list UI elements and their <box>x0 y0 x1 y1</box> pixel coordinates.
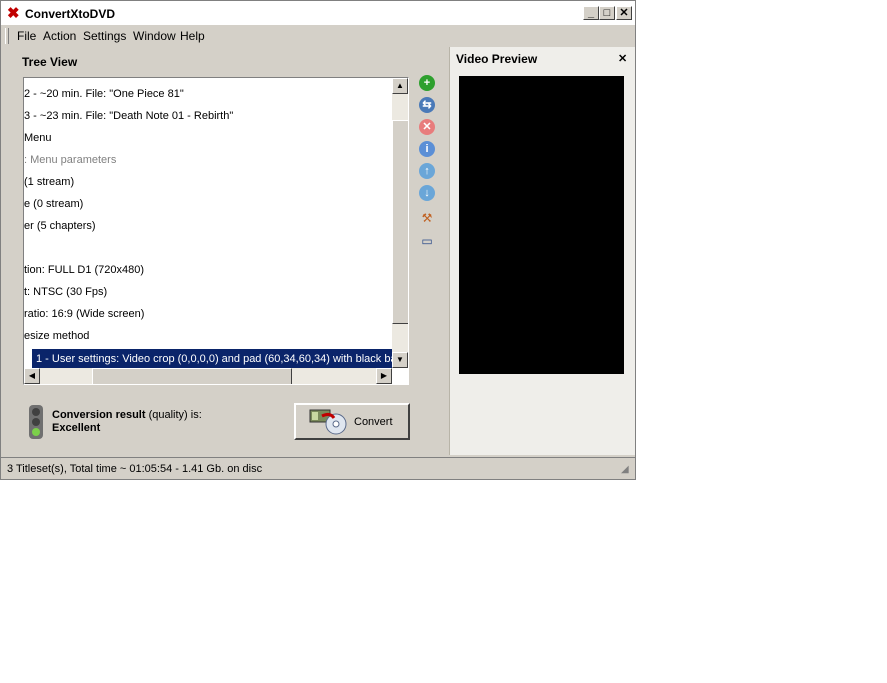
tree-row[interactable]: : Menu parameters <box>24 154 116 166</box>
tree-row[interactable]: (1 stream) <box>24 176 74 188</box>
tree-row[interactable]: 2 - ~20 min. File: "One Piece 81" <box>24 88 184 100</box>
preview-close-icon[interactable]: ✕ <box>618 52 627 65</box>
status-text: 3 Titleset(s), Total time ~ 01:05:54 - 1… <box>7 463 263 475</box>
scroll-right-icon[interactable]: ▶ <box>376 368 392 384</box>
vertical-scroll-thumb[interactable] <box>392 120 408 324</box>
traffic-light-yellow <box>32 418 40 426</box>
close-button[interactable]: ✕ <box>616 6 632 20</box>
vertical-scrollbar[interactable]: ▲ ▼ <box>392 78 408 368</box>
window-title: ConvertXtoDVD <box>25 7 116 21</box>
conversion-result: Conversion result (quality) is: Excellen… <box>52 409 202 435</box>
scroll-down-icon[interactable]: ▼ <box>392 352 408 368</box>
tree-view-title: Tree View <box>22 55 78 69</box>
minimize-button[interactable]: _ <box>583 6 599 20</box>
convert-disc-icon <box>309 409 347 435</box>
add-icon[interactable]: + <box>419 75 435 91</box>
tree-row[interactable]: er (5 chapters) <box>24 220 96 232</box>
convert-button[interactable]: Convert <box>294 403 410 440</box>
menu-file[interactable]: File <box>17 29 36 43</box>
video-preview-screen <box>459 76 624 374</box>
scroll-left-icon[interactable]: ◀ <box>24 368 40 384</box>
title-bar[interactable]: ✖ ConvertXtoDVD _ □ ✕ <box>1 1 635 25</box>
conversion-result-value: Excellent <box>52 422 101 434</box>
tools-icon[interactable]: ⚒ <box>419 211 435 225</box>
horizontal-scrollbar[interactable]: ◀ ▶ <box>24 368 392 384</box>
status-bar: 3 Titleset(s), Total time ~ 01:05:54 - 1… <box>1 457 635 479</box>
resize-grip-icon[interactable]: ◢ <box>621 464 629 475</box>
tree-row[interactable]: tion: FULL D1 (720x480) <box>24 264 144 276</box>
menu-grip <box>5 28 9 44</box>
traffic-light-green <box>32 428 40 436</box>
traffic-light-icon <box>29 405 43 439</box>
video-preview-title: Video Preview <box>456 52 538 66</box>
scroll-up-icon[interactable]: ▲ <box>392 78 408 94</box>
tree-view[interactable]: 2 - ~20 min. File: "One Piece 81" 3 - ~23… <box>23 77 409 385</box>
info-icon[interactable]: i <box>419 141 435 157</box>
tree-row-selected[interactable]: 1 - User settings: Video crop (0,0,0,0) … <box>32 349 397 369</box>
move-down-icon[interactable]: ↓ <box>419 185 435 201</box>
menu-action[interactable]: Action <box>43 29 76 43</box>
menu-help[interactable]: Help <box>180 29 205 43</box>
merge-icon[interactable]: ⇆ <box>419 97 435 113</box>
main-window: ✖ ConvertXtoDVD _ □ ✕ File Action Settin… <box>0 0 636 480</box>
horizontal-scroll-thumb[interactable] <box>92 368 292 384</box>
menu-settings[interactable]: Settings <box>83 29 126 43</box>
tree-row[interactable]: Menu <box>24 132 52 144</box>
screen-icon[interactable]: ▭ <box>419 234 435 248</box>
tree-row[interactable]: t: NTSC (30 Fps) <box>24 286 107 298</box>
app-logo-icon: ✖ <box>7 5 20 22</box>
tree-row[interactable]: esize method <box>24 330 89 342</box>
traffic-light-red <box>32 408 40 416</box>
conversion-result-label: Conversion result <box>52 409 146 421</box>
maximize-button[interactable]: □ <box>599 6 615 20</box>
tree-row[interactable]: 3 - ~23 min. File: "Death Note 01 - Rebi… <box>24 110 233 122</box>
menu-window[interactable]: Window <box>133 29 176 43</box>
tree-row[interactable]: ratio: 16:9 (Wide screen) <box>24 308 144 320</box>
conversion-result-suffix: (quality) is: <box>145 409 202 421</box>
convert-button-label: Convert <box>354 416 393 428</box>
menu-bar: File Action Settings Window Help <box>1 26 635 46</box>
move-up-icon[interactable]: ↑ <box>419 163 435 179</box>
tree-row[interactable]: e (0 stream) <box>24 198 83 210</box>
remove-icon[interactable]: ✕ <box>419 119 435 135</box>
